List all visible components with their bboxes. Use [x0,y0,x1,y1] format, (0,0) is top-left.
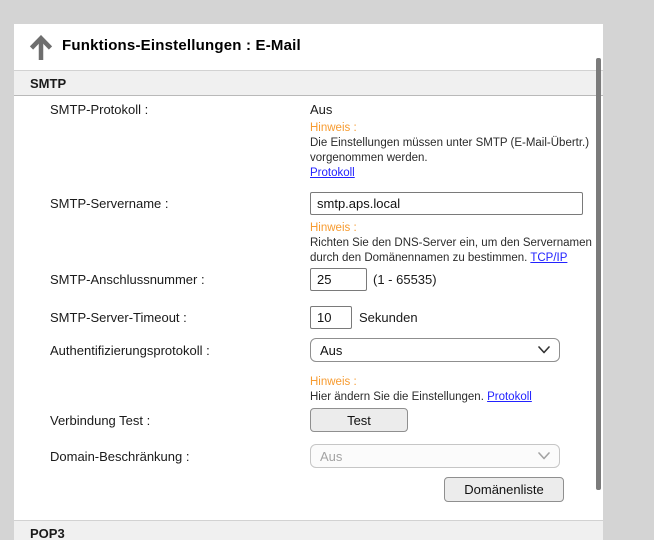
smtp-protocol-hint: Hinweis : Die Einstellungen müssen unter… [310,121,589,181]
auth-protocol-hint: Hinweis : Hier ändern Sie die Einstellun… [310,375,532,405]
section-header-pop3: POP3 [14,520,603,540]
hint-title: Hinweis : [310,221,592,236]
page-title: Funktions-Einstellungen : E-Mail [62,37,301,54]
auth-protocol-selected-value: Aus [320,343,342,358]
smtp-port-range: (1 - 65535) [373,272,437,287]
smtp-timeout-input[interactable] [310,306,352,329]
smtp-timeout-unit: Sekunden [359,310,418,325]
hint-title: Hinweis : [310,375,532,390]
smtp-protocol-label: SMTP-Protokoll : [50,102,148,117]
settings-panel: Funktions-Einstellungen : E-Mail SMTP SM… [14,24,603,540]
hint-text-line2: vorgenommen werden. [310,151,589,166]
smtp-timeout-label: SMTP-Server-Timeout : [50,310,187,325]
domain-restriction-selected-value: Aus [320,449,342,464]
chevron-down-icon [538,346,550,354]
hint-text-line1: Die Einstellungen müssen unter SMTP (E-M… [310,136,589,151]
smtp-protocol-value: Aus [310,102,332,117]
section-header-smtp: SMTP [14,70,603,96]
smtp-server-hint: Hinweis : Richten Sie den DNS-Server ein… [310,221,592,266]
protocol-link[interactable]: Protokoll [487,391,532,403]
smtp-server-input[interactable] [310,192,583,215]
domain-list-button[interactable]: Domänenliste [444,477,564,502]
tcpip-link[interactable]: TCP/IP [530,252,567,264]
protocol-link[interactable]: Protokoll [310,167,355,179]
vertical-scrollbar-thumb[interactable] [596,58,601,490]
test-button[interactable]: Test [310,408,408,432]
hint-text-line2: durch den Domänennamen zu bestimmen. [310,252,527,264]
auth-protocol-select[interactable]: Aus [310,338,560,362]
auth-protocol-label: Authentifizierungsprotokoll : [50,343,210,358]
page-header: Funktions-Einstellungen : E-Mail [14,24,603,70]
hint-text: Hier ändern Sie die Einstellungen. [310,391,484,403]
domain-restriction-label: Domain-Beschränkung : [50,449,189,464]
smtp-port-label: SMTP-Anschlussnummer : [50,272,205,287]
hint-text-line1: Richten Sie den DNS-Server ein, um den S… [310,236,592,251]
chevron-down-icon [538,452,550,460]
page-background: { "page": { "title": "Funktions-Einstell… [0,0,654,540]
hint-title: Hinweis : [310,121,589,136]
connection-test-label: Verbindung Test : [50,413,150,428]
back-up-arrow-icon[interactable] [29,35,53,61]
smtp-server-label: SMTP-Servername : [50,196,168,211]
smtp-port-input[interactable] [310,268,367,291]
domain-restriction-select: Aus [310,444,560,468]
